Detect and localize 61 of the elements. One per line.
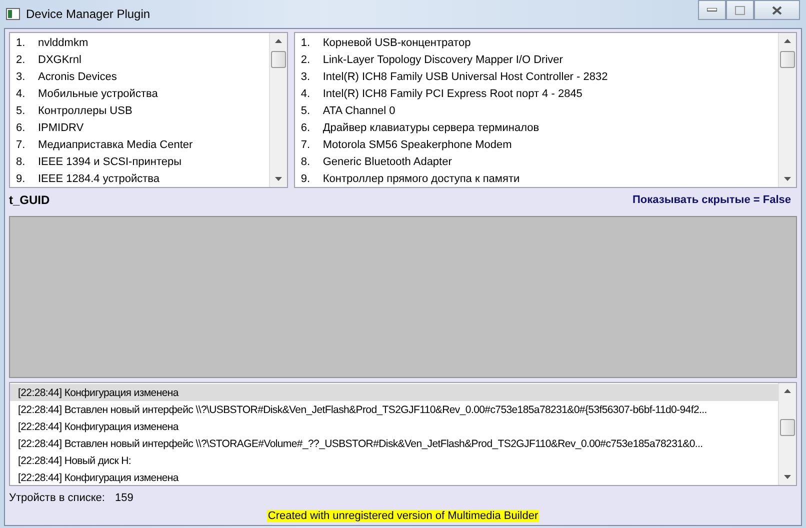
count-value: 159 — [114, 492, 134, 504]
scroll-down-icon[interactable] — [784, 177, 791, 181]
list-item[interactable]: IEEE 1394 и SCSI-принтеры — [38, 156, 182, 168]
list-item[interactable]: Motorola SM56 Speakerphone Modem — [322, 138, 512, 150]
minimize-icon — [707, 8, 717, 12]
item-number: 4. — [15, 88, 26, 100]
item-number: 2. — [300, 54, 312, 66]
list-item[interactable]: IEEE 1284.4 устройства — [38, 172, 160, 184]
list-item[interactable]: ATA Channel 0 — [322, 104, 396, 116]
list-item[interactable]: IPMIDRV — [38, 122, 84, 134]
item-number: 5. — [300, 104, 312, 116]
scrollbar[interactable] — [778, 383, 796, 485]
scrollbar[interactable] — [268, 33, 287, 187]
scroll-thumb[interactable] — [780, 419, 795, 436]
item-number: 6. — [300, 122, 312, 134]
item-number: 9. — [15, 172, 26, 184]
window-title: Device Manager Plugin — [26, 7, 152, 21]
list-item[interactable]: nvlddmkm — [38, 36, 88, 48]
show-hidden-label: Показывать скрытые = False — [632, 194, 791, 206]
scroll-up-icon[interactable] — [784, 39, 791, 43]
list-item[interactable]: Драйвер клавиатуры сервера терминалов — [322, 122, 540, 134]
item-number: 8. — [300, 156, 312, 168]
log-entry[interactable]: [22:28:44] Конфигурация изменена — [10, 384, 778, 401]
maximize-icon — [735, 6, 745, 14]
item-number: 2. — [15, 54, 26, 66]
list-item[interactable]: Generic Bluetooth Adapter — [322, 156, 452, 168]
list-item[interactable]: Корневой USB-концентратор — [322, 36, 471, 48]
item-number: 1. — [300, 36, 312, 48]
item-number: 8. — [15, 156, 26, 168]
scroll-up-icon[interactable] — [784, 389, 791, 393]
list-item[interactable]: Acronis Devices — [38, 70, 117, 82]
scroll-down-icon[interactable] — [784, 475, 791, 479]
list-item[interactable]: Мобильные устройства — [38, 88, 158, 100]
item-number: 3. — [300, 70, 312, 82]
list-item[interactable]: Intel(R) ICH8 Family PCI Express Root порт 4 - 2845 — [322, 88, 582, 100]
item-number: 5. — [15, 104, 26, 116]
item-number: 3. — [15, 70, 26, 82]
list-item[interactable]: DXGKrnl — [38, 54, 82, 66]
item-number: 9. — [300, 172, 312, 184]
guid-label: t_GUID — [9, 193, 50, 207]
minimize-button[interactable] — [698, 0, 726, 20]
item-number: 7. — [300, 138, 312, 150]
close-icon — [772, 6, 782, 14]
item-number: 6. — [15, 122, 26, 134]
close-button[interactable] — [754, 0, 800, 20]
scroll-up-icon[interactable] — [274, 39, 282, 43]
scrollbar[interactable] — [778, 33, 796, 187]
list-item[interactable]: Контроллер прямого доступа к памяти — [322, 172, 520, 184]
list-item[interactable]: Медиаприставка Media Center — [38, 138, 193, 150]
list-item[interactable]: Контроллеры USB — [38, 104, 132, 116]
list-item[interactable]: Intel(R) ICH8 Family USB Universal Host Controller - 2832 — [322, 70, 608, 82]
scroll-down-icon[interactable] — [274, 177, 282, 181]
list-item[interactable]: Link-Layer Topology Discovery Mapper I/O Driver — [322, 54, 563, 66]
unregistered-banner: Created with unregistered version of Multimedia Builder — [266, 510, 540, 522]
scroll-thumb[interactable] — [270, 51, 286, 68]
item-number: 7. — [15, 138, 26, 150]
item-number: 1. — [15, 36, 26, 48]
item-number: 4. — [300, 88, 312, 100]
scroll-thumb[interactable] — [780, 51, 795, 68]
count-label: Утройств в списке: — [9, 492, 105, 504]
app-icon — [6, 8, 20, 20]
